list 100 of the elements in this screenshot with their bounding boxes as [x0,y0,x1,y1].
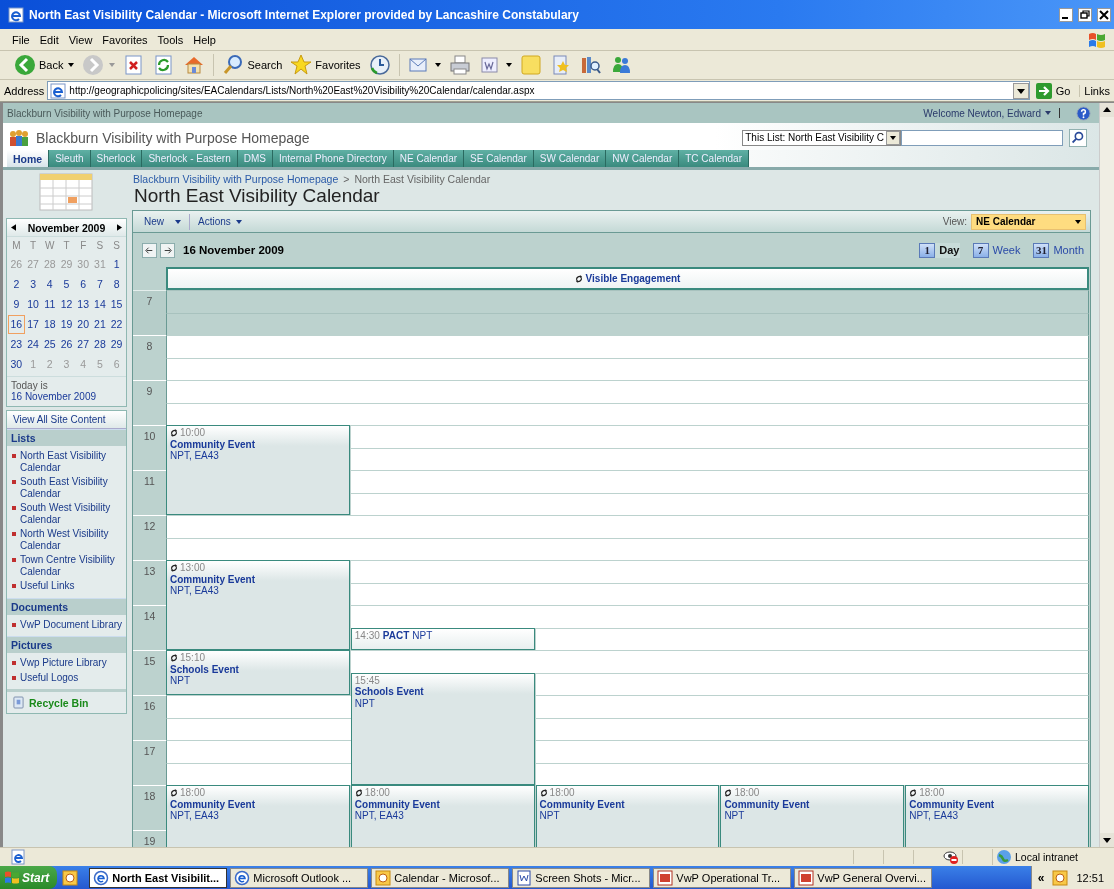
calendar-day[interactable]: 2 [8,275,25,294]
links-button[interactable]: Links [1079,84,1114,97]
today-link[interactable]: 16 November 2009 [11,391,122,402]
next-month-icon[interactable] [117,224,122,231]
time-slot[interactable] [905,335,1089,358]
time-slot[interactable] [535,627,721,650]
time-slot[interactable] [905,672,1089,695]
calendar-day[interactable]: 29 [108,335,125,354]
calendar-event[interactable]: 18:00 Community Event NPT, EA43 [166,785,350,847]
calendar-day[interactable]: 16 [8,315,25,334]
time-slot[interactable] [166,335,351,358]
calendar-event[interactable]: 18:00 Community Event NPT [535,785,720,847]
calendar-day[interactable]: 3 [24,275,42,294]
time-slot[interactable] [166,762,351,785]
calendar-day[interactable]: 21 [91,315,109,334]
time-slot[interactable] [905,447,1089,470]
time-slot[interactable] [166,357,351,380]
address-field[interactable]: http://geographicpolicing/sites/EACalendars/Lists/North%20East%20Visibility%20Calendar/calendar.aspx [47,81,1030,100]
time-slot[interactable] [166,312,351,335]
time-slot[interactable] [905,380,1089,403]
calendar-event[interactable]: 18:00 Community Event NPT, EA43 [905,785,1089,847]
start-button[interactable]: Start [0,866,58,889]
nav-link[interactable]: Useful Logos [20,671,79,683]
dropdown-icon[interactable] [1012,82,1029,99]
time-slot[interactable] [905,560,1089,583]
previous-day-icon[interactable] [142,242,157,258]
time-slot[interactable] [905,515,1089,538]
menu-item[interactable]: File [12,33,40,46]
calendar-day[interactable]: 25 [41,335,59,354]
time-slot[interactable] [905,762,1089,785]
actions-menu[interactable]: Actions [194,216,246,227]
breadcrumb-link[interactable]: Blackburn Visibility with Purpose Homepage [133,173,339,185]
calendar-event[interactable]: 15:45 Schools Event NPT [350,672,535,785]
scroll-down-icon[interactable] [1100,833,1114,847]
calendar-event[interactable]: 10:00 Community Event NPT, EA43 [166,425,350,515]
time-slot[interactable] [350,447,536,470]
recycle-bin-link[interactable]: Recycle Bin [29,696,89,709]
taskbar-button[interactable]: Microsoft Outlook ... [230,867,369,888]
go-button[interactable]: Go [1032,82,1077,99]
time-slot[interactable] [905,695,1089,718]
nav-link[interactable]: North East Visibility Calendar [20,450,124,473]
calendar-day[interactable]: 18 [41,315,59,334]
section-heading[interactable]: Pictures [7,636,126,653]
calendar-day[interactable]: 1 [108,255,125,274]
calendar-day[interactable]: 28 [91,335,109,354]
time-slot[interactable] [166,290,351,313]
nav-link[interactable]: Vwp Picture Library [20,657,107,669]
calendar-day[interactable]: 22 [108,315,125,334]
time-slot[interactable] [350,650,536,673]
calendar-day[interactable]: 26 [58,335,75,354]
scroll-up-icon[interactable] [1100,103,1114,117]
time-slot[interactable] [350,605,536,628]
restore-icon[interactable] [1078,7,1092,22]
search-field[interactable] [901,129,1063,146]
time-slot[interactable] [350,425,536,448]
calendar-day[interactable]: 8 [108,275,125,294]
time-slot[interactable] [166,740,351,763]
calendar-day[interactable]: 15 [108,295,125,314]
calendar-day[interactable]: 12 [58,295,75,314]
calendar-day[interactable]: 30 [8,355,25,374]
calendar-day[interactable]: 9 [8,295,25,314]
time-slot[interactable] [166,537,351,560]
tray-expand-button[interactable]: « [1037,870,1045,885]
calendar-day[interactable]: 23 [8,335,25,354]
new-menu[interactable]: New [140,216,185,227]
time-slot[interactable] [350,582,536,605]
calendar-event[interactable]: 18:00 Community Event NPT, EA43 [350,785,535,847]
calendar-day[interactable]: 19 [58,315,75,334]
calendar-day[interactable]: 11 [41,295,59,314]
calendar-day[interactable]: 7 [91,275,109,294]
nav-tab[interactable]: Home [7,150,50,167]
calendar-event[interactable]: 18:00 Community Event NPT [720,785,905,847]
user-menu[interactable]: Welcome Newton, Edward [923,107,1051,119]
view-tab[interactable]: 1 Day [919,242,960,258]
nav-link[interactable]: South West Visibility Calendar [20,502,124,525]
nav-link[interactable]: Useful Links [20,580,75,592]
taskbar-button[interactable]: VwP Operational Tr... [653,867,792,888]
help-icon[interactable] [1076,105,1091,121]
close-icon[interactable] [1097,7,1111,22]
calendar-day[interactable]: 4 [41,275,59,294]
menu-item[interactable]: Edit [39,33,69,46]
time-slot[interactable] [905,717,1089,740]
taskbar-button[interactable]: North East Visibilit... [89,867,228,888]
view-tab[interactable]: 7 Week [972,242,1021,258]
next-day-icon[interactable] [160,242,175,258]
view-all-link[interactable]: View All Site Content [7,411,126,429]
time-slot[interactable] [166,380,351,403]
search-icon[interactable] [1069,128,1087,147]
back-button[interactable]: Back [12,53,77,77]
nav-link[interactable]: South East Visibility Calendar [20,476,124,499]
section-heading[interactable]: Lists [7,429,126,446]
time-slot[interactable] [350,560,536,583]
clock-icon[interactable] [62,869,79,886]
nav-link[interactable]: North West Visibility Calendar [20,528,124,551]
section-heading[interactable]: Documents [7,597,126,615]
menu-item[interactable]: Tools [157,33,194,46]
previous-month-icon[interactable] [11,224,16,231]
all-day-event[interactable]: Visible Engagement [166,267,1089,290]
time-slot[interactable] [905,312,1089,335]
time-slot[interactable] [166,695,351,718]
